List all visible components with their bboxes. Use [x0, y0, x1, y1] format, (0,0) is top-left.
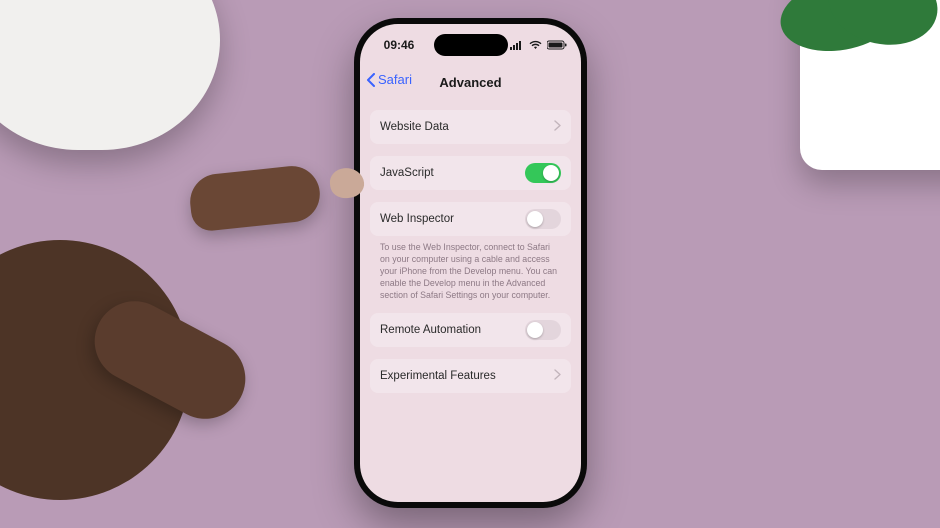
- chevron-right-icon: [554, 369, 561, 383]
- hand-overlay: [0, 170, 300, 510]
- web-inspector-toggle[interactable]: [525, 209, 561, 229]
- back-label: Safari: [378, 72, 412, 87]
- javascript-row: JavaScript: [370, 156, 571, 190]
- phone-screen: 09:46: [360, 24, 581, 502]
- row-label: Experimental Features: [380, 370, 496, 382]
- nav-bar: Safari Advanced: [360, 66, 581, 98]
- experimental-features-row[interactable]: Experimental Features: [370, 359, 571, 393]
- web-inspector-row: Web Inspector: [370, 202, 571, 236]
- status-time: 09:46: [378, 38, 420, 52]
- background-mouse: [0, 0, 220, 150]
- row-label: Remote Automation: [380, 324, 481, 336]
- javascript-toggle[interactable]: [525, 163, 561, 183]
- remote-automation-toggle[interactable]: [525, 320, 561, 340]
- page-title: Advanced: [439, 75, 501, 90]
- wifi-icon: [529, 40, 542, 50]
- phone-frame: 09:46: [354, 18, 587, 508]
- chevron-left-icon: [366, 73, 376, 87]
- dynamic-island: [434, 34, 508, 56]
- web-inspector-footer: To use the Web Inspector, connect to Saf…: [370, 236, 571, 301]
- website-data-row[interactable]: Website Data: [370, 110, 571, 144]
- row-label: Website Data: [380, 121, 449, 133]
- settings-content: Website Data JavaScript Web Inspector: [360, 102, 581, 502]
- back-button[interactable]: Safari: [366, 72, 412, 87]
- battery-icon: [547, 40, 567, 50]
- row-label: Web Inspector: [380, 213, 454, 225]
- row-label: JavaScript: [380, 167, 434, 179]
- chevron-right-icon: [554, 120, 561, 134]
- signal-icon: [510, 40, 524, 50]
- remote-automation-row: Remote Automation: [370, 313, 571, 347]
